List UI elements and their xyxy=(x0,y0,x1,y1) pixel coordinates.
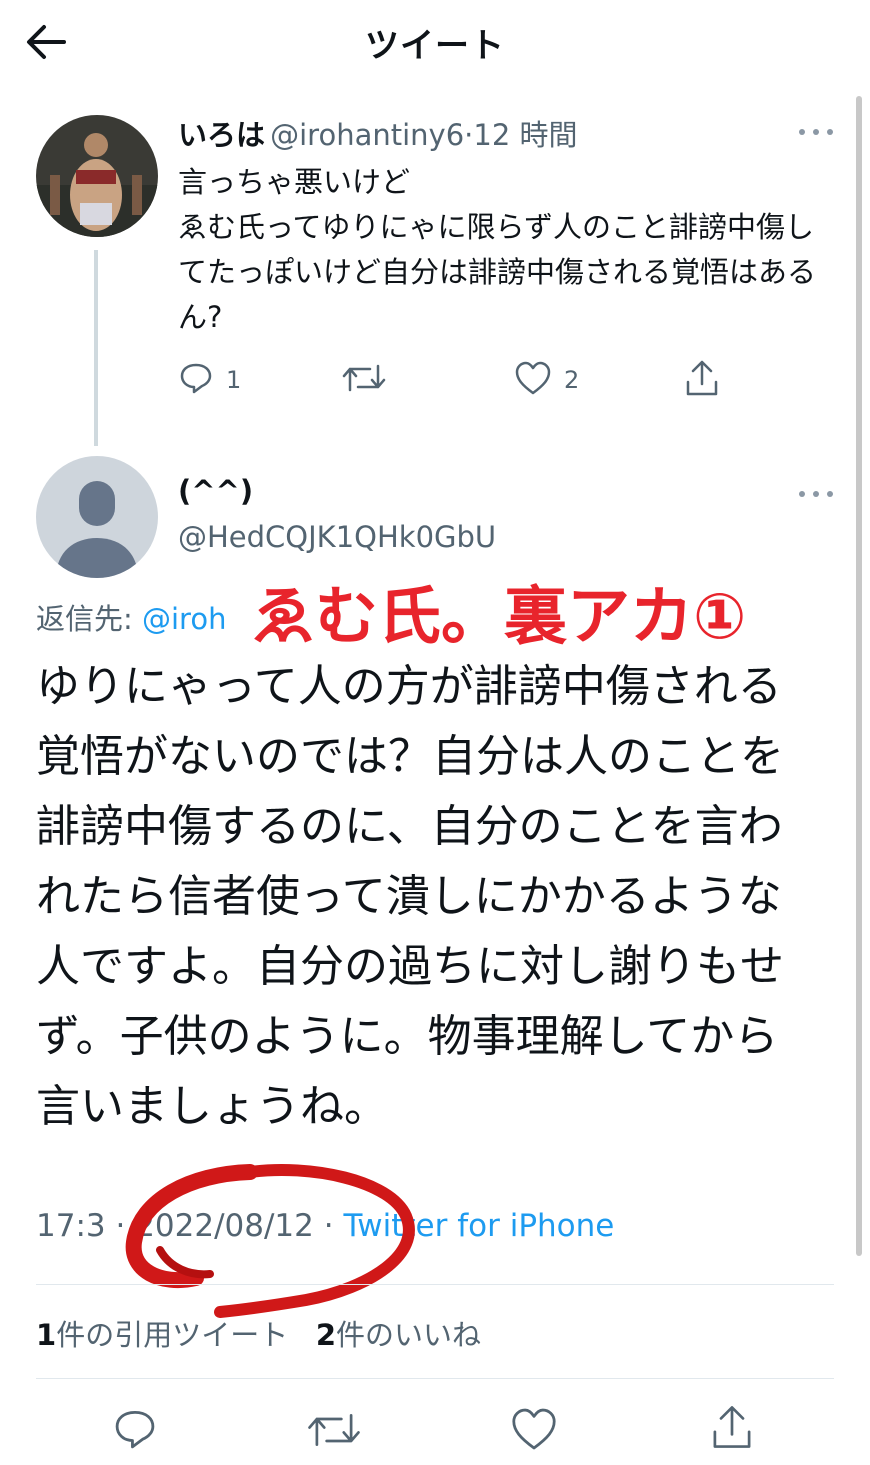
scrollbar[interactable] xyxy=(856,96,862,1256)
parent-tweet-header: いろは @irohantiny6·12 時間 xyxy=(178,112,578,154)
likes-count: 2 xyxy=(315,1318,337,1352)
retweet-icon xyxy=(308,1413,360,1447)
parent-avatar[interactable] xyxy=(36,115,158,237)
divider xyxy=(36,1284,834,1285)
retweet-button[interactable] xyxy=(306,1408,362,1456)
divider xyxy=(36,1378,834,1379)
reply-to-line: 返信先: @iroh xyxy=(36,596,226,638)
reply-icon xyxy=(115,1410,155,1449)
retweet-icon xyxy=(342,360,386,400)
reply-to-label: 返信先: xyxy=(36,602,142,636)
like-icon xyxy=(514,360,552,400)
share-icon xyxy=(684,358,720,402)
parent-timestamp[interactable]: 12 時間 xyxy=(473,118,577,152)
like-count: 2 xyxy=(564,366,580,394)
parent-tweet-text: 言っちゃ悪いけど ゑむ氏ってゆりにゃに限らず人のこと誹謗中傷してたっぽいけど自分… xyxy=(178,165,817,334)
parent-display-name[interactable]: いろは xyxy=(178,118,265,152)
red-circle-annotation xyxy=(125,1164,415,1318)
reply-icon xyxy=(178,360,214,400)
parent-reply-button[interactable]: 1 xyxy=(178,360,241,400)
page-title: ツイート xyxy=(365,26,505,66)
main-avatar[interactable] xyxy=(36,456,158,578)
main-tweet-text: ゆりにゃって人の方が誹謗中傷される覚悟がないのでは？自分は人のことを誹謗中傷する… xyxy=(36,661,784,1132)
parent-share-button[interactable] xyxy=(684,358,720,402)
quote-count: 1 xyxy=(36,1318,57,1352)
share-button[interactable] xyxy=(710,1402,754,1456)
more-icon[interactable] xyxy=(796,486,836,502)
share-icon xyxy=(713,1406,751,1448)
separator-dot: · xyxy=(464,118,474,152)
likes-stat[interactable]: 2件のいいね xyxy=(316,1318,481,1352)
quote-label: 件の引用ツイート xyxy=(56,1318,289,1352)
likes-label: 件のいいね xyxy=(336,1318,482,1352)
like-button[interactable] xyxy=(510,1406,558,1456)
parent-handle[interactable]: @irohantiny6 xyxy=(270,118,464,152)
thread-connector-line xyxy=(94,250,98,446)
main-display-name[interactable]: (^^) xyxy=(178,474,253,508)
tweet-time: 17:3 xyxy=(36,1208,106,1244)
parent-retweet-button[interactable] xyxy=(342,360,386,400)
main-handle[interactable]: @HedCQJK1QHk0GbU xyxy=(178,520,496,554)
red-annotation-text: ゑむ氏。裏アカ① xyxy=(252,580,747,653)
reply-button[interactable] xyxy=(112,1406,158,1456)
parent-like-button[interactable]: 2 xyxy=(514,360,579,400)
reply-to-mention[interactable]: @iroh xyxy=(142,602,226,636)
like-icon xyxy=(512,1408,556,1450)
reply-count: 1 xyxy=(226,366,242,394)
quote-tweets-stat[interactable]: 1件の引用ツイート xyxy=(36,1318,288,1352)
tweet-stats: 1件の引用ツイート 2件のいいね xyxy=(36,1312,481,1354)
more-icon[interactable] xyxy=(796,124,836,140)
avatar-placeholder-icon xyxy=(36,456,158,578)
